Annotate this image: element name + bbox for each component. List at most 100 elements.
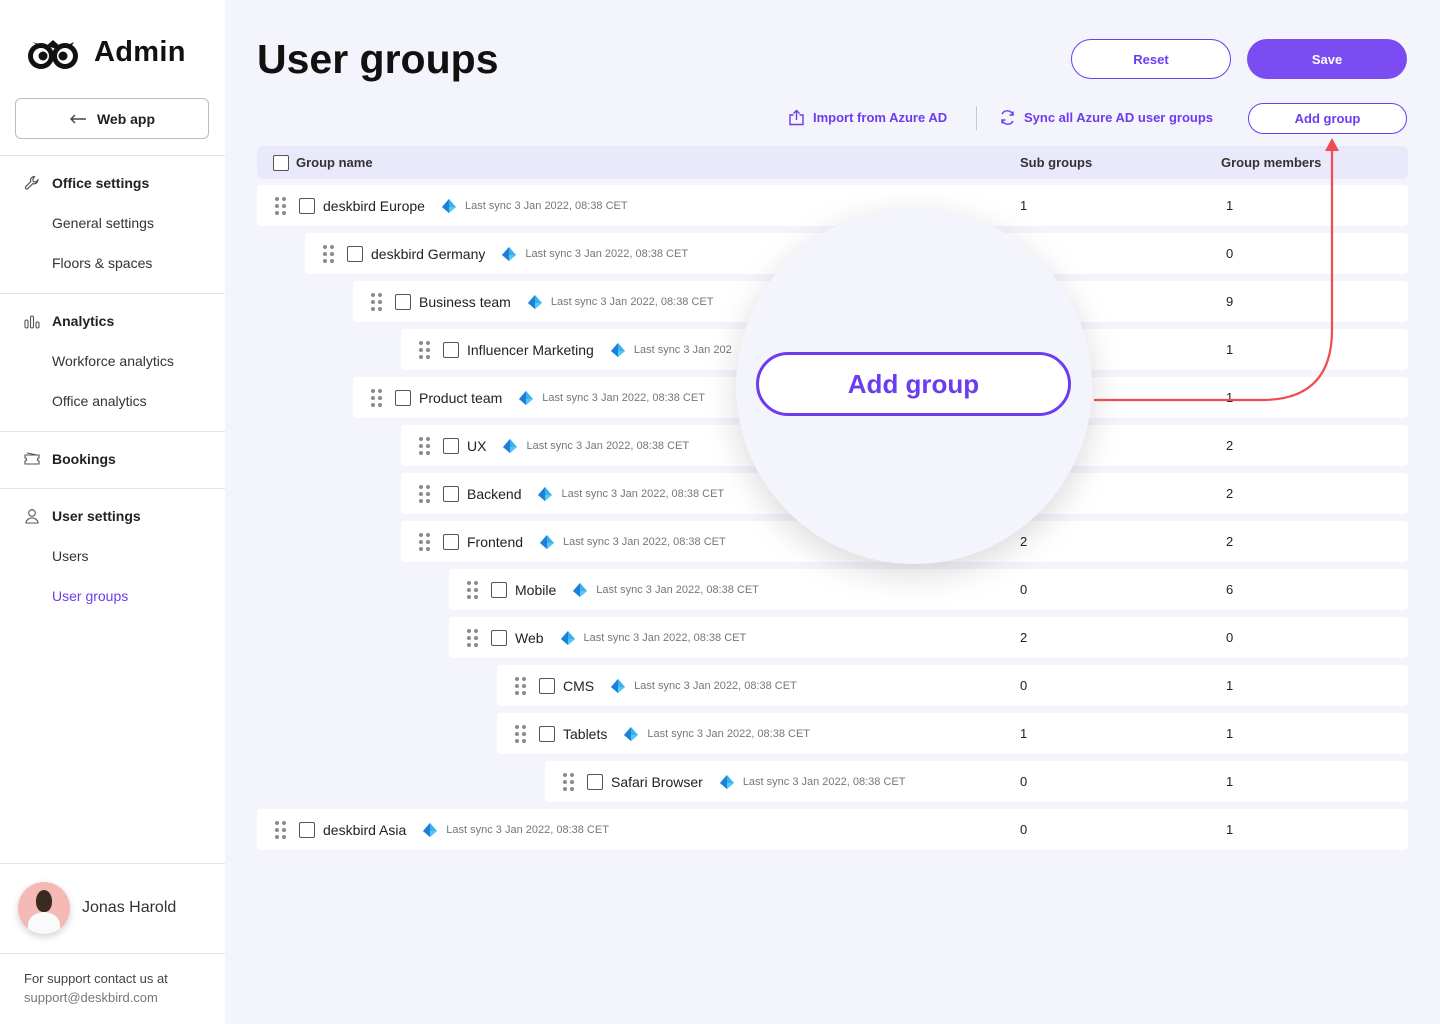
bar-chart-icon [24, 313, 40, 329]
table-row[interactable]: deskbird Europe Last sync 3 Jan 2022, 08:… [257, 185, 1408, 226]
column-sub-groups[interactable]: Sub groups [1020, 155, 1092, 170]
drag-handle-icon[interactable] [419, 340, 430, 359]
sidebar-item-workforce-analytics[interactable]: Workforce analytics [52, 353, 174, 369]
row-checkbox[interactable] [539, 677, 555, 694]
row-checkbox[interactable] [299, 197, 315, 214]
user-profile[interactable]: Jonas Harold [18, 882, 176, 934]
drag-handle-icon[interactable] [515, 676, 526, 695]
drag-handle-icon[interactable] [467, 580, 478, 599]
azure-ad-icon [560, 630, 575, 645]
drag-handle-icon[interactable] [563, 772, 574, 791]
web-app-label: Web app [96, 110, 156, 127]
group-name: Tablets [563, 725, 608, 742]
sidebar-divider [0, 488, 225, 489]
sidebar-divider [0, 293, 225, 294]
app-title: Admin [94, 35, 186, 68]
group-members-count: 2 [1226, 486, 1234, 501]
row-checkbox[interactable] [443, 533, 459, 550]
group-name: Mobile [515, 581, 557, 598]
wrench-icon [24, 175, 40, 191]
sidebar-section-bookings[interactable]: Bookings [24, 451, 116, 467]
last-sync-text: Last sync 3 Jan 202 [633, 343, 732, 356]
group-members-count: 2 [1226, 534, 1234, 549]
column-group-name[interactable]: Group name [296, 155, 373, 170]
drag-handle-icon[interactable] [323, 244, 334, 263]
arrow-left-icon [69, 114, 86, 123]
azure-ad-icon [611, 678, 626, 693]
sidebar-section-label: Bookings [52, 451, 116, 467]
support-text: For support contact us at [24, 971, 168, 986]
sidebar-section-user-settings[interactable]: User settings [24, 508, 141, 524]
sidebar-item-floors-spaces[interactable]: Floors & spaces [52, 255, 152, 271]
sidebar-section-office-settings[interactable]: Office settings [24, 175, 149, 191]
table-row[interactable]: deskbird Asia Last sync 3 Jan 2022, 08:38… [257, 809, 1408, 850]
row-checkbox[interactable] [539, 725, 555, 742]
sidebar-section-label: Analytics [52, 313, 115, 329]
azure-ad-icon [538, 486, 553, 501]
sidebar-item-office-analytics[interactable]: Office analytics [52, 393, 147, 409]
last-sync-text: Last sync 3 Jan 2022, 08:38 CET [563, 535, 726, 548]
azure-ad-icon [503, 438, 518, 453]
group-name: Frontend [467, 533, 524, 550]
row-checkbox[interactable] [443, 485, 459, 502]
group-name: Backend [467, 485, 522, 502]
group-name: deskbird Germany [371, 245, 486, 262]
row-checkbox[interactable] [491, 629, 507, 646]
column-group-members[interactable]: Group members [1221, 155, 1321, 170]
row-checkbox[interactable] [587, 773, 603, 790]
drag-handle-icon[interactable] [275, 196, 286, 215]
table-row[interactable]: CMS Last sync 3 Jan 2022, 08:38 CET [497, 665, 1408, 706]
row-checkbox[interactable] [491, 581, 507, 598]
group-members-count: 1 [1226, 774, 1234, 789]
last-sync-text: Last sync 3 Jan 2022, 08:38 CET [446, 823, 609, 836]
sidebar-divider [0, 155, 225, 156]
drag-handle-icon[interactable] [419, 436, 430, 455]
sidebar-item-users[interactable]: Users [52, 548, 89, 564]
sidebar-item-general-settings[interactable]: General settings [52, 215, 154, 231]
last-sync-text: Last sync 3 Jan 2022, 08:38 CET [542, 391, 705, 404]
sidebar-section-analytics[interactable]: Analytics [24, 313, 114, 329]
drag-handle-icon[interactable] [515, 724, 526, 743]
support-email[interactable]: support@deskbird.com [24, 988, 168, 1007]
group-members-count: 1 [1226, 390, 1234, 405]
select-all-checkbox[interactable] [273, 155, 289, 171]
table-row[interactable]: Safari Browser Last sync 3 Jan 2022, 08:3… [545, 761, 1408, 802]
group-members-count: 1 [1226, 678, 1234, 693]
group-name: Safari Browser [611, 773, 703, 790]
last-sync-text: Last sync 3 Jan 2022, 08:38 CET [526, 439, 690, 452]
drag-handle-icon[interactable] [467, 628, 478, 647]
import-azure-button[interactable]: Import from Azure AD [788, 109, 947, 126]
last-sync-text: Last sync 3 Jan 2022, 08:38 CET [634, 679, 797, 692]
sidebar-divider [0, 953, 225, 954]
sync-azure-button[interactable]: Sync all Azure AD user groups [999, 109, 1213, 126]
table-row[interactable]: Mobile Last sync 3 Jan 2022, 08:38 CET [449, 569, 1408, 610]
save-button[interactable]: Save [1247, 39, 1407, 79]
drag-handle-icon[interactable] [419, 532, 430, 551]
user-name: Jonas Harold [82, 899, 177, 916]
drag-handle-icon[interactable] [371, 292, 382, 311]
add-group-button[interactable]: Add group [1248, 103, 1407, 134]
avatar [18, 882, 70, 934]
group-name: CMS [563, 677, 595, 694]
azure-ad-icon [423, 822, 438, 837]
web-app-button[interactable]: Web app [15, 98, 209, 139]
sidebar-divider [0, 863, 225, 864]
group-name: Web [515, 629, 544, 646]
row-checkbox[interactable] [299, 821, 315, 838]
table-row[interactable]: Web Last sync 3 Jan 2022, 08:38 CET [449, 617, 1408, 658]
sync-azure-label: Sync all Azure AD user groups [1024, 110, 1214, 125]
row-checkbox[interactable] [395, 389, 411, 406]
row-checkbox[interactable] [395, 293, 411, 310]
drag-handle-icon[interactable] [371, 388, 382, 407]
reset-button[interactable]: Reset [1071, 39, 1231, 79]
sidebar-item-user-groups[interactable]: User groups [52, 588, 128, 604]
last-sync-text: Last sync 3 Jan 2022, 08:38 CET [550, 295, 714, 308]
row-checkbox[interactable] [347, 245, 363, 262]
row-checkbox[interactable] [443, 341, 459, 358]
drag-handle-icon[interactable] [419, 484, 430, 503]
table-row[interactable]: Tablets Last sync 3 Jan 2022, 08:38 CET [497, 713, 1408, 754]
row-checkbox[interactable] [443, 437, 459, 454]
group-members-count: 1 [1226, 726, 1234, 741]
ticket-icon [24, 451, 40, 467]
drag-handle-icon[interactable] [275, 820, 286, 839]
